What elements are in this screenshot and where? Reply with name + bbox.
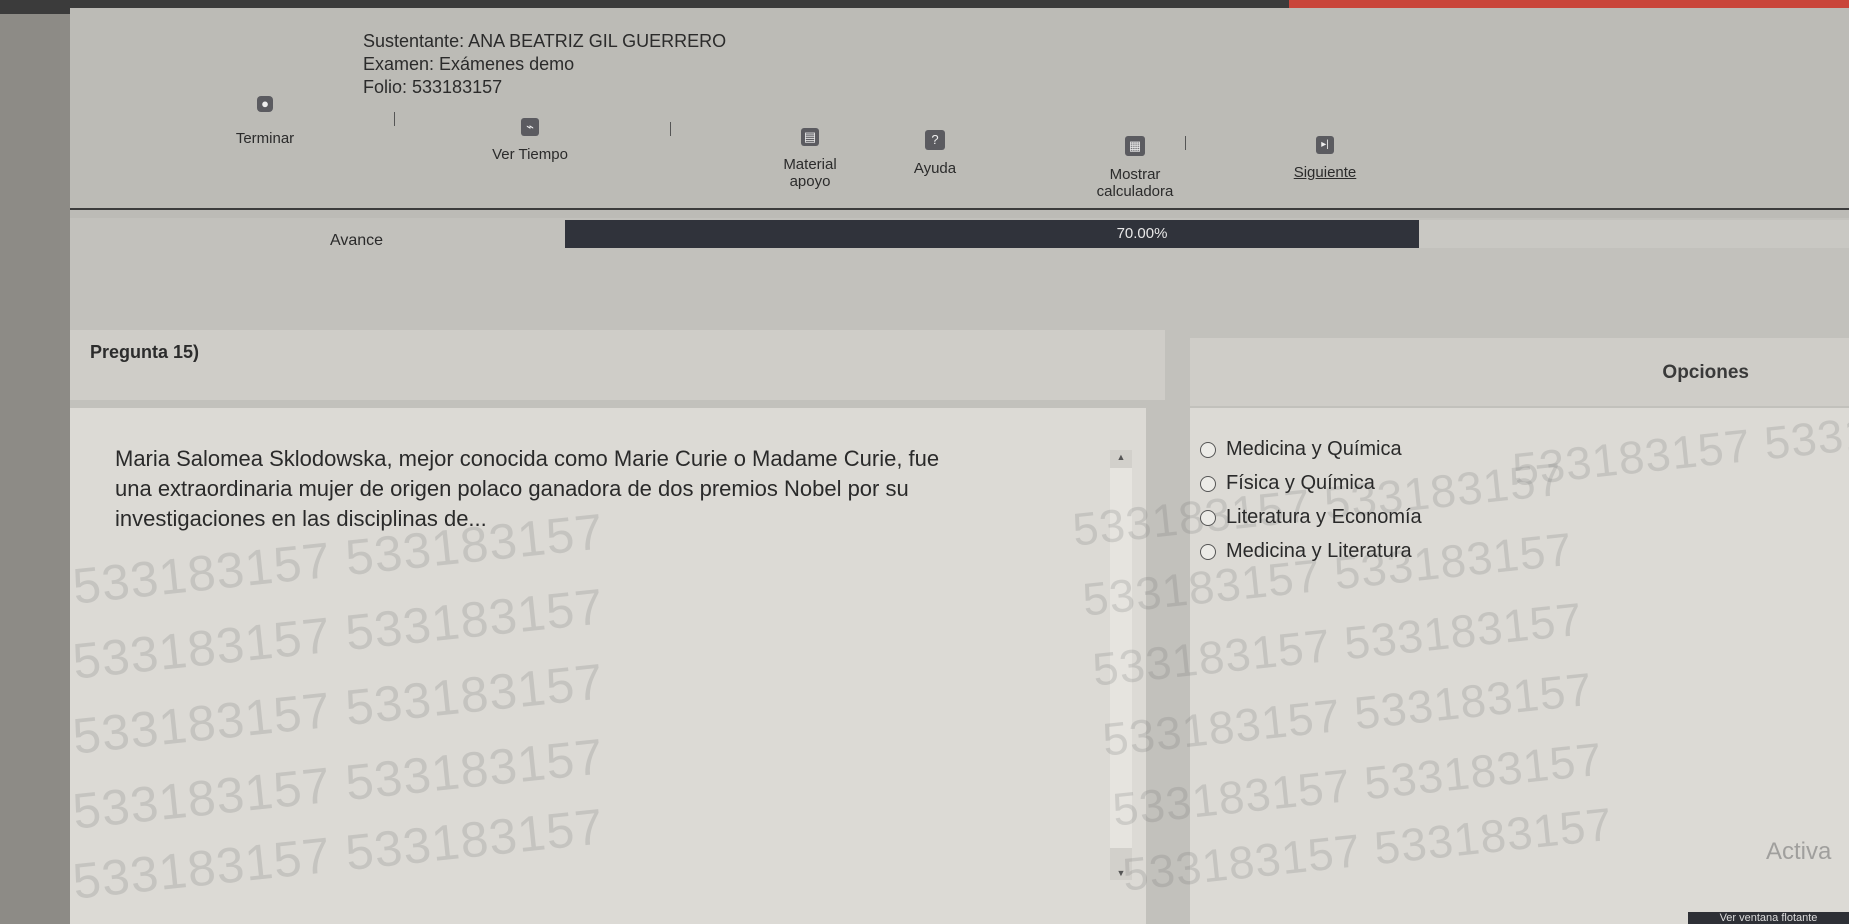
ayuda-button[interactable]: ? Ayuda bbox=[895, 130, 975, 177]
option-4[interactable]: Medicina y Literatura bbox=[1200, 540, 1412, 563]
siguiente-button[interactable]: ▸| Siguiente bbox=[1275, 136, 1375, 181]
folio-number: Folio: 533183157 bbox=[363, 77, 503, 97]
exam-header: Sustentante: ANA BEATRIZ GIL GUERRERO Ex… bbox=[70, 8, 1849, 218]
options-title: Opciones bbox=[1662, 362, 1749, 383]
options-panel: 533183157 533183157 533183157 533183157 … bbox=[1070, 393, 1849, 924]
progress-row: Avance 70.00% bbox=[70, 220, 1849, 270]
terminar-label: Terminar bbox=[235, 130, 295, 147]
mostrar-calculadora-button[interactable]: ▦ Mostrar calculadora bbox=[1080, 136, 1190, 200]
question-text: Maria Salomea Sklodowska, mejor conocida… bbox=[115, 446, 940, 531]
power-icon: ● bbox=[257, 96, 273, 112]
option-2-radio[interactable] bbox=[1200, 475, 1216, 492]
candidate-name: Sustentante: ANA BEATRIZ GIL GUERRERO bbox=[363, 31, 727, 51]
avance-label: Avance bbox=[330, 232, 384, 249]
terminar-button[interactable]: ● Terminar bbox=[220, 96, 310, 147]
option-1-radio[interactable] bbox=[1200, 441, 1216, 458]
exam-name: Examen: Exámenes demo bbox=[363, 54, 575, 74]
mostrar-calculadora-label-2: calculadora bbox=[1096, 183, 1174, 200]
material-apoyo-label-1: Material bbox=[783, 156, 837, 173]
toolbar-separator bbox=[1185, 136, 1186, 150]
options-header: Opciones bbox=[1190, 338, 1849, 406]
help-icon: ? bbox=[925, 130, 945, 150]
exam-screen: Sustentante: ANA BEATRIZ GIL GUERRERO Ex… bbox=[70, 8, 1849, 924]
question-title: Pregunta 15) bbox=[90, 342, 200, 362]
option-4-label: Medicina y Literatura bbox=[1226, 540, 1412, 562]
book-icon: ▤ bbox=[801, 128, 819, 146]
next-icon: ▸| bbox=[1316, 136, 1334, 154]
header-divider bbox=[70, 208, 1849, 210]
option-4-radio[interactable] bbox=[1200, 543, 1216, 560]
floating-window-button[interactable]: Ver ventana flotante bbox=[1688, 912, 1849, 924]
material-apoyo-label-2: apoyo bbox=[789, 173, 831, 190]
os-activation-overlay: Activa bbox=[1766, 838, 1832, 865]
toolbar-separator bbox=[670, 122, 671, 136]
progress-bar: 70.00% bbox=[565, 220, 1849, 248]
ayuda-label: Ayuda bbox=[913, 160, 957, 177]
option-3-label: Literatura y Economía bbox=[1226, 506, 1422, 528]
siguiente-label: Siguiente bbox=[1293, 164, 1357, 181]
option-1-label: Medicina y Química bbox=[1226, 438, 1402, 460]
toolbar-separator bbox=[394, 112, 395, 126]
option-2[interactable]: Física y Química bbox=[1200, 472, 1375, 495]
material-apoyo-button[interactable]: ▤ Material apoyo bbox=[760, 128, 860, 190]
progress-percent: 70.00% bbox=[1116, 225, 1168, 242]
question-header: Pregunta 15) bbox=[70, 330, 1165, 400]
option-3-radio[interactable] bbox=[1200, 509, 1216, 526]
candidate-info: Sustentante: ANA BEATRIZ GIL GUERRERO Ex… bbox=[363, 30, 726, 99]
question-panel: 533183157 533183157 533183157 533183157 … bbox=[70, 408, 1146, 924]
ver-tiempo-label: Ver Tiempo bbox=[492, 146, 568, 163]
calculator-icon: ▦ bbox=[1125, 136, 1145, 156]
mostrar-calculadora-label-1: Mostrar bbox=[1109, 166, 1161, 183]
scroll-up-icon[interactable]: ▲ bbox=[1114, 452, 1128, 462]
option-3[interactable]: Literatura y Economía bbox=[1200, 506, 1422, 529]
ver-tiempo-button[interactable]: ⌁ Ver Tiempo bbox=[480, 118, 580, 163]
option-1[interactable]: Medicina y Química bbox=[1200, 438, 1402, 461]
clock-icon: ⌁ bbox=[521, 118, 539, 136]
toolbar: ● Terminar ⌁ Ver Tiempo ▤ Material apoyo… bbox=[70, 96, 1849, 218]
option-2-label: Física y Química bbox=[1226, 472, 1375, 494]
